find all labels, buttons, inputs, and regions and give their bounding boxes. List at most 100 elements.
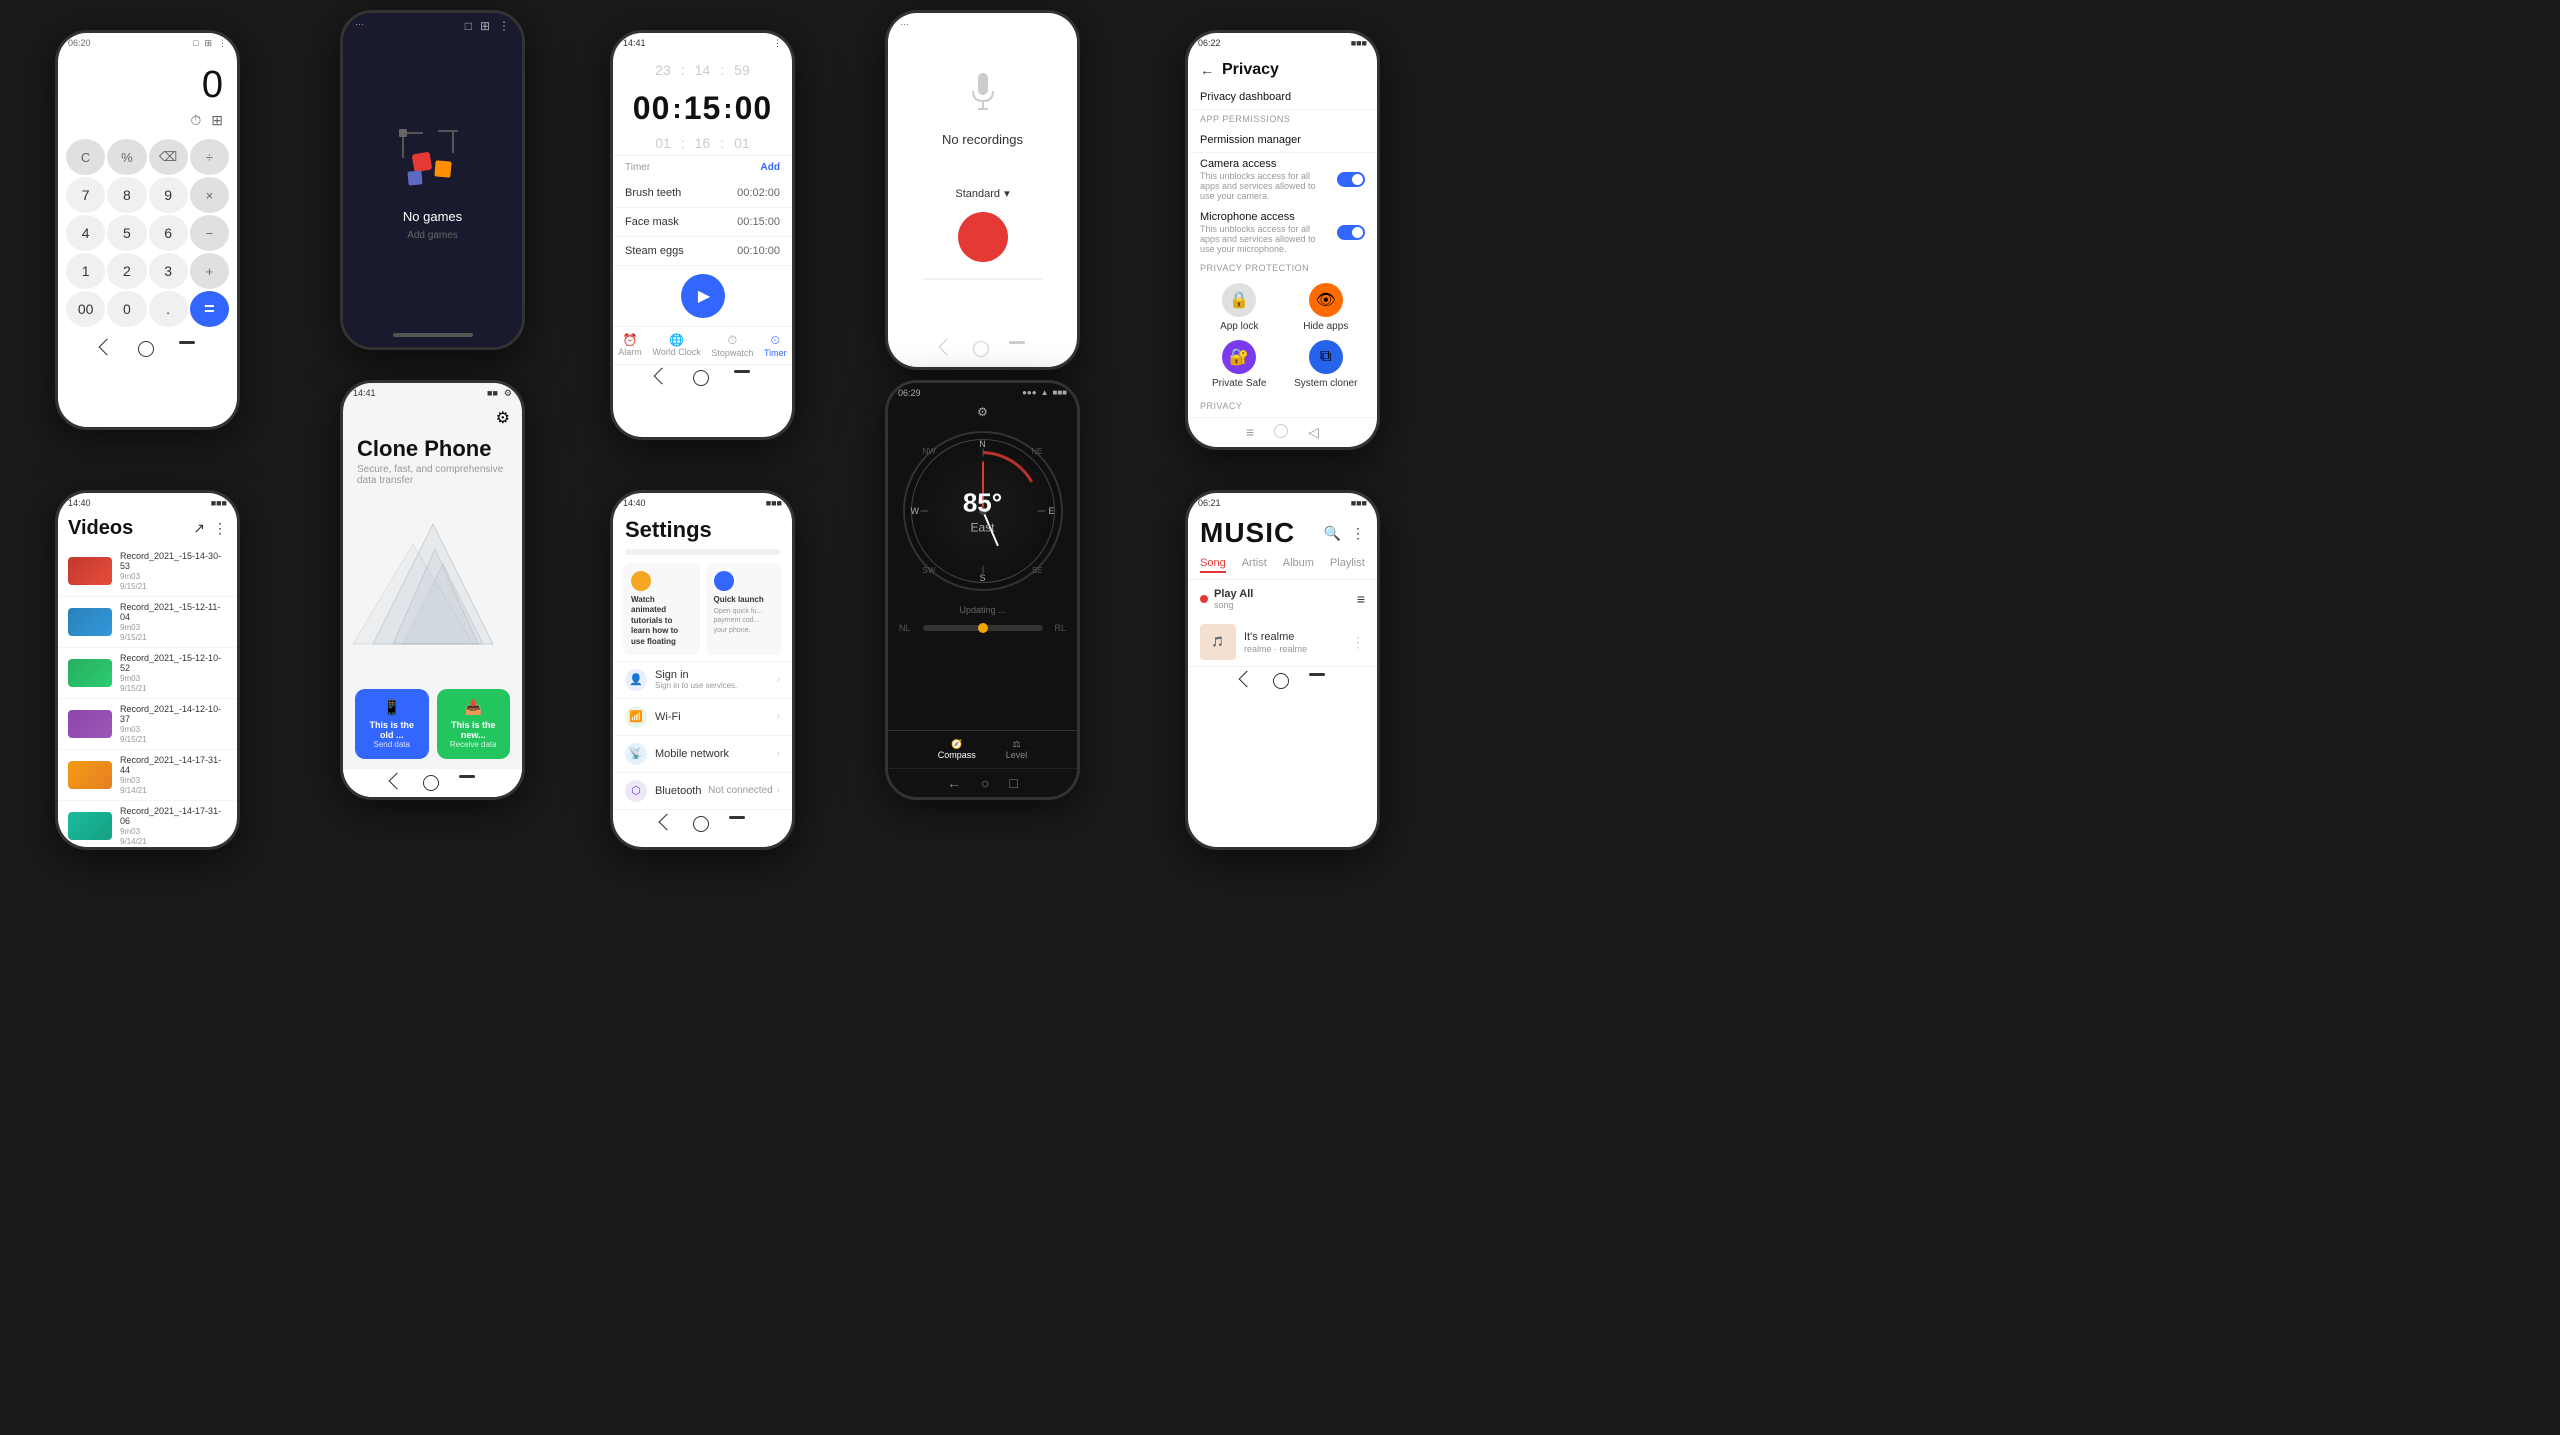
calc-btn-plus[interactable]: + bbox=[190, 253, 229, 289]
music-tab-playlist[interactable]: Playlist bbox=[1330, 557, 1365, 573]
microphone-access-toggle[interactable] bbox=[1337, 225, 1365, 240]
settings-item-bluetooth[interactable]: ⬡ Bluetooth Not connected › bbox=[613, 772, 792, 809]
private-safe-item[interactable]: 🔐 Private Safe bbox=[1200, 340, 1279, 389]
timer-add-btn[interactable]: Add bbox=[761, 162, 780, 173]
video-item-3[interactable]: Record_2021_-15-12-10-52 9m03 9/15/21 bbox=[58, 648, 237, 699]
calc-btn-7[interactable]: 7 bbox=[66, 177, 105, 213]
music-nav-home[interactable] bbox=[1273, 673, 1289, 689]
compass-tab-level[interactable]: ⚖ Level bbox=[1006, 739, 1028, 760]
settings-nav-home[interactable] bbox=[693, 816, 709, 832]
compass-tab-compass[interactable]: 🧭 Compass bbox=[938, 739, 976, 760]
timer-nav-home[interactable] bbox=[693, 370, 709, 386]
privacy-nav-home[interactable] bbox=[1274, 424, 1288, 438]
timer-item-1[interactable]: Brush teeth 00:02:00 bbox=[613, 179, 792, 208]
timer-play-button[interactable] bbox=[681, 274, 725, 318]
music-tab-song[interactable]: Song bbox=[1200, 557, 1226, 573]
music-tab-artist[interactable]: Artist bbox=[1242, 557, 1267, 573]
calc-btn-8[interactable]: 8 bbox=[107, 177, 146, 213]
clone-receive-btn[interactable]: 📥 This is the new... Receive data bbox=[437, 689, 511, 759]
calc-btn-equals[interactable]: = bbox=[190, 291, 229, 327]
music-nav-back[interactable] bbox=[1238, 671, 1255, 688]
settings-item-signin[interactable]: 👤 Sign in Sign in to use services. › bbox=[613, 661, 792, 698]
settings-search-bar[interactable] bbox=[625, 549, 780, 555]
calc-btn-5[interactable]: 5 bbox=[107, 215, 146, 251]
permission-manager-item[interactable]: Permission manager bbox=[1188, 126, 1377, 153]
calc-btn-minus[interactable]: − bbox=[190, 215, 229, 251]
privacy-dashboard-item[interactable]: Privacy dashboard bbox=[1188, 83, 1377, 110]
app-lock-item[interactable]: 🔒 App lock bbox=[1200, 283, 1279, 332]
compass-settings-icon[interactable]: ⚙ bbox=[977, 405, 988, 419]
settings-item-mobile[interactable]: 📡 Mobile network › bbox=[613, 735, 792, 772]
calc-btn-00[interactable]: 00 bbox=[66, 291, 105, 327]
calc-btn-divide[interactable]: ÷ bbox=[190, 139, 229, 175]
calc-btn-6[interactable]: 6 bbox=[149, 215, 188, 251]
music-search-icon[interactable]: 🔍 bbox=[1324, 525, 1341, 542]
settings-feature-card-2[interactable]: Quick launch Open quick fu... payment co… bbox=[706, 563, 783, 655]
compass-nav-recents[interactable]: □ bbox=[1010, 775, 1018, 791]
music-more-icon[interactable]: ⋮ bbox=[1351, 525, 1365, 542]
calc-btn-multiply[interactable]: × bbox=[190, 177, 229, 213]
calc-btn-0[interactable]: 0 bbox=[107, 291, 146, 327]
privacy-nav-recents[interactable]: ◁ bbox=[1308, 424, 1319, 441]
clone-receive-sub: Receive data bbox=[445, 740, 503, 749]
recorder-mode-selector[interactable]: Standard ▾ bbox=[955, 187, 1009, 200]
music-nav-recents[interactable] bbox=[1309, 673, 1325, 676]
videos-more-icon[interactable]: ⋮ bbox=[213, 520, 227, 537]
compass-nav-home[interactable]: ○ bbox=[981, 775, 989, 791]
video-item-5[interactable]: Record_2021_-14-17-31-44 9m03 9/14/21 bbox=[58, 750, 237, 801]
nav-recents-icon[interactable] bbox=[179, 341, 195, 344]
videos-share-icon[interactable]: ↗ bbox=[193, 520, 205, 537]
music-song-more-icon[interactable]: ⋮ bbox=[1351, 634, 1365, 651]
privacy-nav-back[interactable]: ≡ bbox=[1246, 424, 1254, 441]
settings-nav-recents[interactable] bbox=[729, 816, 745, 819]
clone-nav-home[interactable] bbox=[423, 775, 439, 791]
calc-btn-3[interactable]: 3 bbox=[149, 253, 188, 289]
nav-home-icon[interactable] bbox=[138, 341, 154, 357]
timer-nav-recents[interactable] bbox=[734, 370, 750, 373]
settings-nav-back[interactable] bbox=[658, 813, 675, 830]
clone-nav-back[interactable] bbox=[388, 773, 405, 790]
timer-nav-back[interactable] bbox=[653, 368, 670, 385]
calc-btn-4[interactable]: 4 bbox=[66, 215, 105, 251]
calc-btn-dot[interactable]: . bbox=[149, 291, 188, 327]
recorder-nav-home[interactable] bbox=[973, 341, 989, 357]
video-item-2[interactable]: Record_2021_-15-12-11-04 9m03 9/15/21 bbox=[58, 597, 237, 648]
music-play-all-label[interactable]: Play All bbox=[1214, 588, 1253, 600]
clone-settings-icon[interactable]: ⚙ bbox=[504, 388, 512, 399]
calc-btn-backspace[interactable]: ⌫ bbox=[149, 139, 188, 175]
record-button[interactable] bbox=[958, 212, 1008, 262]
video-item-6[interactable]: Record_2021_-14-17-31-06 9m03 9/14/21 bbox=[58, 801, 237, 847]
add-games-label[interactable]: Add games bbox=[407, 230, 458, 241]
settings-item-wifi[interactable]: 📶 Wi-Fi › bbox=[613, 698, 792, 735]
music-tab-album[interactable]: Album bbox=[1283, 557, 1314, 573]
hide-apps-item[interactable]: 👁 Hide apps bbox=[1287, 283, 1366, 332]
calc-btn-1[interactable]: 1 bbox=[66, 253, 105, 289]
video-item-1[interactable]: Record_2021_-15-14-30-53 9m03 9/15/21 bbox=[58, 546, 237, 597]
timer-tab-stopwatch[interactable]: ⏱ Stopwatch bbox=[711, 333, 753, 358]
timer-tab-world[interactable]: 🌐 World Clock bbox=[652, 333, 700, 358]
timer-item-2[interactable]: Face mask 00:15:00 bbox=[613, 208, 792, 237]
calc-btn-c[interactable]: C bbox=[66, 139, 105, 175]
recorder-nav-recents[interactable] bbox=[1009, 341, 1025, 344]
calc-btn-2[interactable]: 2 bbox=[107, 253, 146, 289]
timer-item-3[interactable]: Steam eggs 00:10:00 bbox=[613, 237, 792, 266]
system-cloner-item[interactable]: ⧉ System cloner bbox=[1287, 340, 1366, 389]
music-song-item-1[interactable]: 🎵 It's realme realme · realme ⋮ bbox=[1188, 618, 1377, 666]
music-list-view-icon[interactable]: ≡ bbox=[1357, 591, 1365, 607]
timer-tab-timer[interactable]: ⏲ Timer bbox=[764, 333, 787, 358]
video-item-4[interactable]: Record_2021_-14-12-10-37 9m03 9/15/21 bbox=[58, 699, 237, 750]
compass-nav-back[interactable]: ← bbox=[947, 775, 961, 791]
privacy-back-icon[interactable]: ← bbox=[1200, 62, 1214, 78]
clone-nav-recents[interactable] bbox=[459, 775, 475, 778]
camera-access-toggle[interactable] bbox=[1337, 172, 1365, 187]
privacy-nav-bar: ≡ ◁ bbox=[1188, 417, 1377, 447]
nav-back-icon[interactable] bbox=[98, 339, 115, 356]
calc-display: 0 bbox=[58, 54, 237, 112]
timer-tab-alarm[interactable]: ⏰ Alarm bbox=[618, 333, 642, 358]
calc-btn-9[interactable]: 9 bbox=[149, 177, 188, 213]
recorder-nav-back[interactable] bbox=[938, 339, 955, 356]
clone-gear[interactable]: ⚙ bbox=[496, 408, 510, 428]
clone-send-btn[interactable]: 📱 This is the old ... Send data bbox=[355, 689, 429, 759]
calc-btn-percent[interactable]: % bbox=[107, 139, 146, 175]
settings-feature-card-1[interactable]: Watch animated tutorials to learn how to… bbox=[623, 563, 700, 655]
